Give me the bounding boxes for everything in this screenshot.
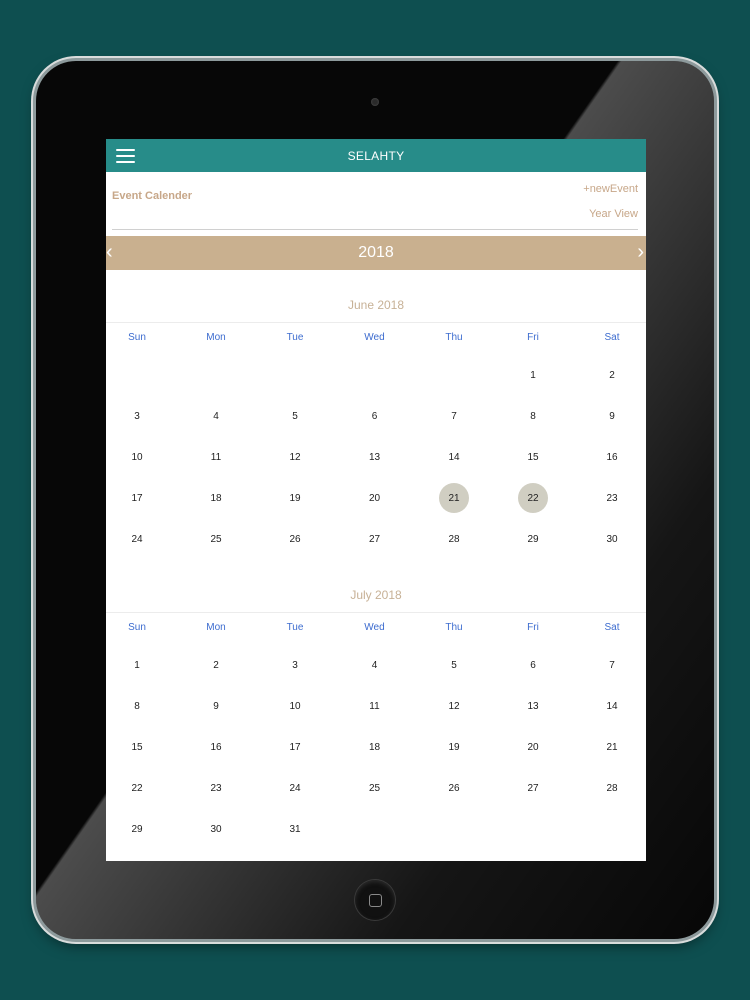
calendar-day[interactable]: 5 bbox=[280, 401, 310, 431]
calendar-day[interactable]: 5 bbox=[439, 650, 469, 680]
calendar-day[interactable]: 7 bbox=[597, 650, 627, 680]
weekday-label: Fri bbox=[527, 622, 539, 633]
calendar-day[interactable]: 14 bbox=[597, 691, 627, 721]
calendar-day[interactable]: 17 bbox=[280, 732, 310, 762]
month-title: June 2018 bbox=[347, 298, 405, 312]
calendar-day[interactable]: 12 bbox=[280, 442, 310, 472]
calendar-day[interactable]: 10 bbox=[280, 691, 310, 721]
calendar-day[interactable]: 7 bbox=[439, 401, 469, 431]
calendar-day[interactable]: 8 bbox=[518, 401, 548, 431]
calendar-day[interactable]: 19 bbox=[439, 732, 469, 762]
calendar-day[interactable]: 2 bbox=[201, 650, 231, 680]
calendar-day[interactable]: 22 bbox=[518, 483, 548, 513]
calendar-day[interactable]: 24 bbox=[122, 524, 152, 554]
calendar-day[interactable]: 28 bbox=[597, 773, 627, 803]
weekday-label: Thu bbox=[445, 332, 463, 343]
weekday-label: Sat bbox=[604, 622, 620, 633]
calendar-day[interactable]: 22 bbox=[122, 773, 152, 803]
calendar-day[interactable]: 21 bbox=[597, 732, 627, 762]
calendar-day[interactable]: 31 bbox=[280, 814, 310, 844]
calendar-day[interactable]: 18 bbox=[201, 483, 231, 513]
calendar-day[interactable]: 4 bbox=[360, 650, 390, 680]
app-screen: SELAHTY Event Calender +newEvent Year Vi… bbox=[106, 139, 646, 861]
calendar-day[interactable]: 26 bbox=[280, 524, 310, 554]
calendar-day[interactable]: 6 bbox=[360, 401, 390, 431]
month-divider bbox=[106, 322, 646, 323]
calendar-day[interactable]: 30 bbox=[597, 524, 627, 554]
weekday-label: Fri bbox=[527, 332, 539, 343]
calendar-day[interactable]: 19 bbox=[280, 483, 310, 513]
chevron-right-icon[interactable]: › bbox=[637, 241, 644, 263]
calendar-day[interactable]: 16 bbox=[201, 732, 231, 762]
weekday-label: Sat bbox=[604, 332, 620, 343]
app-title: SELAHTY bbox=[347, 148, 405, 163]
calendar-day[interactable]: 20 bbox=[518, 732, 548, 762]
calendar-day[interactable]: 15 bbox=[518, 442, 548, 472]
calendar-day[interactable]: 9 bbox=[201, 691, 231, 721]
calendar-day[interactable]: 3 bbox=[122, 401, 152, 431]
calendar-day[interactable]: 29 bbox=[518, 524, 548, 554]
calendar-day[interactable]: 26 bbox=[439, 773, 469, 803]
calendar-day[interactable]: 30 bbox=[201, 814, 231, 844]
weekday-label: Sun bbox=[128, 332, 146, 343]
calendar-day[interactable]: 23 bbox=[201, 773, 231, 803]
subheader-divider bbox=[112, 229, 638, 230]
weekday-label: Tue bbox=[286, 332, 304, 343]
month-title: July 2018 bbox=[350, 588, 402, 602]
calendar-day[interactable]: 27 bbox=[518, 773, 548, 803]
calendar-day[interactable]: 1 bbox=[122, 650, 152, 680]
weekday-label: Sun bbox=[128, 622, 146, 633]
weekday-label: Mon bbox=[206, 622, 226, 633]
calendar-day[interactable]: 14 bbox=[439, 442, 469, 472]
calendar-day[interactable]: 13 bbox=[518, 691, 548, 721]
calendar-day[interactable]: 29 bbox=[122, 814, 152, 844]
calendar-day[interactable]: 16 bbox=[597, 442, 627, 472]
calendar-day[interactable]: 24 bbox=[280, 773, 310, 803]
calendar-day[interactable]: 17 bbox=[122, 483, 152, 513]
calendar-day[interactable]: 25 bbox=[360, 773, 390, 803]
calendar-day[interactable]: 8 bbox=[122, 691, 152, 721]
weekday-label: Wed bbox=[364, 622, 385, 633]
calendar-day[interactable]: 18 bbox=[360, 732, 390, 762]
home-button-icon bbox=[368, 893, 382, 907]
calendar-day[interactable]: 27 bbox=[360, 524, 390, 554]
calendar-day[interactable]: 21 bbox=[439, 483, 469, 513]
camera-icon bbox=[371, 98, 379, 106]
year-label: 2018 bbox=[358, 244, 394, 261]
calendar-day[interactable]: 23 bbox=[597, 483, 627, 513]
new-event-button[interactable]: +newEvent bbox=[583, 183, 638, 195]
calendar-day[interactable]: 10 bbox=[122, 442, 152, 472]
weekday-label: Thu bbox=[445, 622, 463, 633]
year-navigation-bar: ‹ 2018 › bbox=[106, 236, 646, 270]
weekday-label: Wed bbox=[364, 332, 385, 343]
calendar-day[interactable]: 12 bbox=[439, 691, 469, 721]
calendar-day[interactable]: 6 bbox=[518, 650, 548, 680]
section-title: Event Calender bbox=[112, 190, 193, 202]
chevron-left-icon[interactable]: ‹ bbox=[106, 241, 113, 263]
calendar-day[interactable]: 13 bbox=[360, 442, 390, 472]
calendar-day[interactable]: 9 bbox=[597, 401, 627, 431]
month-divider bbox=[106, 612, 646, 613]
calendar-day[interactable]: 3 bbox=[280, 650, 310, 680]
hamburger-menu-icon[interactable] bbox=[116, 149, 135, 163]
calendar-day[interactable]: 1 bbox=[518, 360, 548, 390]
calendar-day[interactable]: 28 bbox=[439, 524, 469, 554]
weekday-label: Tue bbox=[286, 622, 304, 633]
year-view-button[interactable]: Year View bbox=[589, 208, 638, 220]
calendar-day[interactable]: 2 bbox=[597, 360, 627, 390]
calendar-day[interactable]: 15 bbox=[122, 732, 152, 762]
calendar-day[interactable]: 11 bbox=[360, 691, 390, 721]
calendar-day[interactable]: 11 bbox=[201, 442, 231, 472]
calendar-day[interactable]: 4 bbox=[201, 401, 231, 431]
top-bar: SELAHTY bbox=[106, 139, 646, 172]
home-button[interactable] bbox=[355, 880, 395, 920]
calendar-day[interactable]: 20 bbox=[360, 483, 390, 513]
weekday-label: Mon bbox=[206, 332, 226, 343]
calendar-day[interactable]: 25 bbox=[201, 524, 231, 554]
